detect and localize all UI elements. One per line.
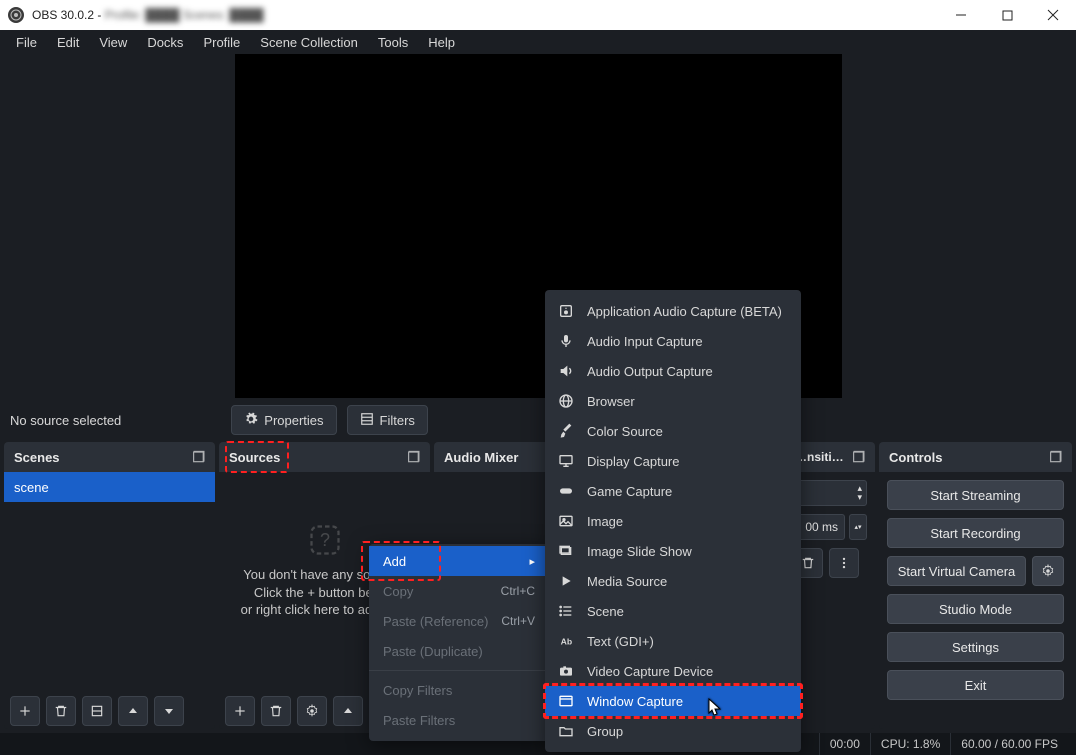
controls-header[interactable]: Controls ❐ bbox=[879, 442, 1072, 472]
status-fps: 60.00 / 60.00 FPS bbox=[950, 733, 1068, 755]
move-scene-up-button[interactable] bbox=[118, 696, 148, 726]
selected-source-label: No source selected bbox=[8, 413, 121, 428]
source-settings-button[interactable] bbox=[297, 696, 327, 726]
delete-scene-button[interactable] bbox=[46, 696, 76, 726]
delete-source-button[interactable] bbox=[261, 696, 291, 726]
filters-button[interactable]: Filters bbox=[347, 405, 428, 435]
titlebar: OBS 30.0.2 - Profile: ████ Scenes: ████ bbox=[0, 0, 1076, 30]
popout-icon[interactable]: ❐ bbox=[192, 449, 205, 466]
add-scene[interactable]: Scene bbox=[545, 596, 801, 626]
exit-button[interactable]: Exit bbox=[887, 670, 1064, 700]
image-icon bbox=[557, 513, 575, 529]
scenes-dock: Scenes ❐ scene bbox=[4, 442, 215, 729]
menu-tools[interactable]: Tools bbox=[368, 33, 418, 52]
preview-area bbox=[0, 54, 1076, 398]
ctx-paste-filters: Paste Filters bbox=[369, 705, 549, 735]
add-window-capture[interactable]: Window Capture bbox=[545, 686, 801, 716]
add-audio-output-capture[interactable]: Audio Output Capture bbox=[545, 356, 801, 386]
add-source-button[interactable] bbox=[225, 696, 255, 726]
filters-icon bbox=[360, 412, 374, 429]
speaker-icon bbox=[557, 363, 575, 379]
text-icon: Ab bbox=[557, 633, 575, 649]
duration-spinner[interactable]: ▴▾ bbox=[849, 514, 867, 540]
gear-icon bbox=[244, 412, 258, 429]
add-application-audio-capture-beta[interactable]: Application Audio Capture (BETA) bbox=[545, 296, 801, 326]
menubar: File Edit View Docks Profile Scene Colle… bbox=[0, 30, 1076, 54]
menu-help[interactable]: Help bbox=[418, 33, 465, 52]
add-color-source[interactable]: Color Source bbox=[545, 416, 801, 446]
menu-scene-collection[interactable]: Scene Collection bbox=[250, 33, 368, 52]
add-group[interactable]: Group bbox=[545, 716, 801, 746]
window-title: OBS 30.0.2 - Profile: ████ Scenes: ████ bbox=[32, 8, 263, 22]
obs-logo-icon bbox=[8, 7, 24, 23]
speaker-box-icon bbox=[557, 303, 575, 319]
menu-docks[interactable]: Docks bbox=[137, 33, 193, 52]
transition-select[interactable]: ▴▾ bbox=[793, 480, 867, 506]
ctx-paste-duplicate: Paste (Duplicate) bbox=[369, 636, 549, 666]
monitor-icon bbox=[557, 453, 575, 469]
add-text-gdi[interactable]: AbText (GDI+) bbox=[545, 626, 801, 656]
popout-icon[interactable]: ❐ bbox=[1049, 449, 1062, 466]
menu-file[interactable]: File bbox=[6, 33, 47, 52]
settings-button[interactable]: Settings bbox=[887, 632, 1064, 662]
add-audio-input-capture[interactable]: Audio Input Capture bbox=[545, 326, 801, 356]
list-icon bbox=[557, 603, 575, 619]
globe-icon bbox=[557, 393, 575, 409]
gamepad-icon bbox=[557, 483, 575, 499]
start-streaming-button[interactable]: Start Streaming bbox=[887, 480, 1064, 510]
add-source-submenu: Application Audio Capture (BETA)Audio In… bbox=[545, 290, 801, 752]
add-image-slide-show[interactable]: Image Slide Show bbox=[545, 536, 801, 566]
status-cpu: CPU: 1.8% bbox=[870, 733, 950, 755]
add-game-capture[interactable]: Game Capture bbox=[545, 476, 801, 506]
move-scene-down-button[interactable] bbox=[154, 696, 184, 726]
popout-icon[interactable]: ❐ bbox=[852, 449, 865, 466]
camera-icon bbox=[557, 663, 575, 679]
add-video-capture-device[interactable]: Video Capture Device bbox=[545, 656, 801, 686]
popout-icon[interactable]: ❐ bbox=[407, 449, 420, 466]
folder-icon bbox=[557, 723, 575, 739]
source-toolbar: No source selected Properties Filters bbox=[0, 398, 1076, 442]
slides-icon bbox=[557, 543, 575, 559]
window-icon bbox=[557, 693, 575, 709]
mic-icon bbox=[557, 333, 575, 349]
menu-view[interactable]: View bbox=[89, 33, 137, 52]
add-browser[interactable]: Browser bbox=[545, 386, 801, 416]
source-context-menu: Add CopyCtrl+C Paste (Reference)Ctrl+V P… bbox=[369, 544, 549, 741]
add-media-source[interactable]: Media Source bbox=[545, 566, 801, 596]
virtual-camera-settings-button[interactable] bbox=[1032, 556, 1064, 586]
scene-item[interactable]: scene bbox=[4, 472, 215, 502]
play-icon bbox=[557, 573, 575, 589]
brush-icon bbox=[557, 423, 575, 439]
scenes-header[interactable]: Scenes ❐ bbox=[4, 442, 215, 472]
close-button[interactable] bbox=[1030, 0, 1076, 30]
chevron-updown-icon: ▴▾ bbox=[857, 484, 862, 502]
sources-header[interactable]: Sources ❐ bbox=[219, 442, 430, 472]
ctx-copy-filters: Copy Filters bbox=[369, 675, 549, 705]
studio-mode-button[interactable]: Studio Mode bbox=[887, 594, 1064, 624]
status-time: 00:00 bbox=[819, 733, 870, 755]
start-recording-button[interactable]: Start Recording bbox=[887, 518, 1064, 548]
empty-sources-icon: ? bbox=[307, 522, 343, 563]
ctx-paste-reference: Paste (Reference)Ctrl+V bbox=[369, 606, 549, 636]
properties-button[interactable]: Properties bbox=[231, 405, 336, 435]
scene-filter-button[interactable] bbox=[82, 696, 112, 726]
minimize-button[interactable] bbox=[938, 0, 984, 30]
add-display-capture[interactable]: Display Capture bbox=[545, 446, 801, 476]
cursor-icon bbox=[708, 698, 722, 721]
add-image[interactable]: Image bbox=[545, 506, 801, 536]
menu-profile[interactable]: Profile bbox=[193, 33, 250, 52]
separator bbox=[369, 670, 549, 671]
move-source-up-button[interactable] bbox=[333, 696, 363, 726]
menu-edit[interactable]: Edit bbox=[47, 33, 89, 52]
start-virtual-camera-button[interactable]: Start Virtual Camera bbox=[887, 556, 1026, 586]
svg-text:Ab: Ab bbox=[561, 636, 573, 646]
obs-window: OBS 30.0.2 - Profile: ████ Scenes: ████ … bbox=[0, 0, 1076, 755]
transition-more-button[interactable] bbox=[829, 548, 859, 578]
ctx-add[interactable]: Add bbox=[369, 546, 549, 576]
add-scene-button[interactable] bbox=[10, 696, 40, 726]
svg-text:?: ? bbox=[319, 530, 329, 550]
ctx-copy: CopyCtrl+C bbox=[369, 576, 549, 606]
controls-dock: Controls ❐ Start Streaming Start Recordi… bbox=[879, 442, 1072, 729]
maximize-button[interactable] bbox=[984, 0, 1030, 30]
